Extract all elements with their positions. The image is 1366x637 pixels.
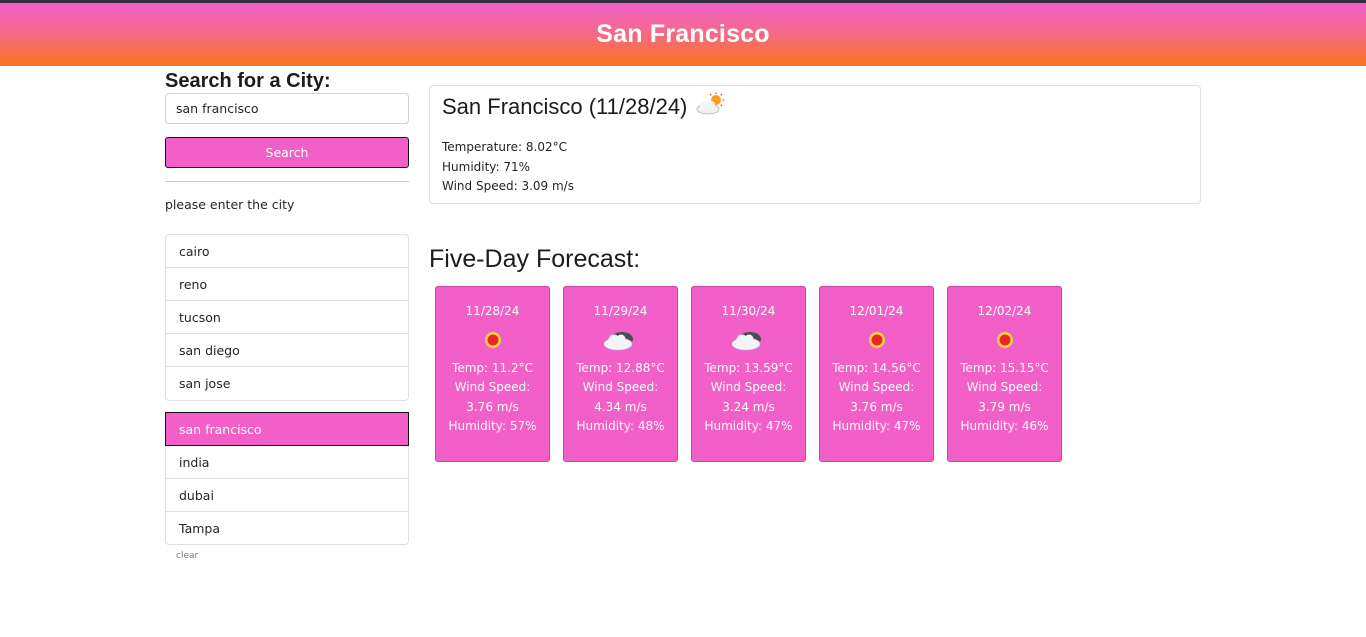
forecast-temp: Temp: 15.15°C — [960, 361, 1049, 375]
history-item-san-diego[interactable]: san diego — [166, 334, 408, 367]
history-item-san-francisco[interactable]: san francisco — [165, 412, 409, 446]
forecast-heading: Five-Day Forecast: — [429, 245, 641, 273]
history-list: san francisco india dubai Tampa — [165, 412, 409, 545]
forecast-wind: 3.24 m/s — [722, 399, 775, 414]
current-weather-title: San Francisco (11/28/24) — [442, 92, 1188, 122]
history-item-cairo[interactable]: cairo — [166, 235, 408, 268]
cloud-icon — [692, 326, 805, 354]
current-temperature: Temperature: 8.02°C — [442, 140, 567, 154]
current-stats: Temperature: 8.02°C Humidity: 71% Wind S… — [442, 138, 1188, 197]
forecast-temp: Temp: 11.2°C — [452, 361, 533, 375]
hint-text: please enter the city — [165, 197, 295, 212]
forecast-card: 12/01/24 Temp: 14.56°C Wind Speed: 3.76 … — [819, 286, 934, 462]
forecast-humidity: Humidity: 57% — [448, 418, 537, 433]
sun-behind-cloud-icon — [695, 92, 727, 122]
history-item-dubai[interactable]: dubai — [165, 479, 409, 512]
forecast-temp: Temp: 12.88°C — [576, 361, 665, 375]
history-item-reno[interactable]: reno — [166, 268, 408, 301]
app-header: San Francisco — [0, 3, 1366, 66]
sun-icon — [948, 326, 1061, 354]
search-heading: Search for a City: — [165, 70, 331, 92]
forecast-wind: 3.76 m/s — [466, 399, 519, 414]
page-title: San Francisco — [596, 20, 770, 48]
forecast-temp: Temp: 14.56°C — [832, 361, 921, 375]
search-input[interactable] — [165, 93, 409, 124]
forecast-card: 11/28/24 Temp: 11.2°C Wind Speed: 3.76 m… — [435, 286, 550, 462]
forecast-humidity: Humidity: 46% — [960, 418, 1049, 433]
clear-history-link[interactable]: clear — [176, 551, 198, 561]
forecast-wind-label: Wind Speed: — [710, 380, 787, 395]
forecast-date: 11/29/24 — [593, 304, 648, 318]
forecast-wind-label: Wind Speed: — [966, 380, 1043, 395]
forecast-card: 11/29/24 Temp: 12.88°C Wind Speed: 4.34 … — [563, 286, 678, 462]
current-wind-speed: Wind Speed: 3.09 m/s — [442, 179, 574, 193]
history-list: cairo reno tucson san diego san jose — [165, 234, 409, 401]
forecast-humidity: Humidity: 48% — [576, 418, 665, 433]
current-weather-card: San Francisco (11/28/24) Temperature: 8.… — [429, 85, 1201, 204]
sun-icon — [436, 326, 549, 354]
history-item-tampa[interactable]: Tampa — [165, 512, 409, 545]
forecast-temp: Temp: 13.59°C — [704, 361, 793, 375]
forecast-humidity: Humidity: 47% — [832, 418, 921, 433]
forecast-date: 11/30/24 — [721, 304, 776, 318]
forecast-wind-label: Wind Speed: — [454, 380, 531, 395]
forecast-card: 11/30/24 Temp: 13.59°C Wind Speed: 3.24 … — [691, 286, 806, 462]
history-item-tucson[interactable]: tucson — [166, 301, 408, 334]
forecast-humidity: Humidity: 47% — [704, 418, 793, 433]
forecast-wind: 4.34 m/s — [594, 399, 647, 414]
divider — [165, 181, 409, 182]
search-sidebar: Search for a City: Search please enter t… — [165, 70, 409, 213]
sun-icon — [820, 326, 933, 354]
forecast-wind-label: Wind Speed: — [582, 380, 659, 395]
current-title-text: San Francisco (11/28/24) — [442, 94, 688, 119]
cloud-icon — [564, 326, 677, 354]
forecast-card: 12/02/24 Temp: 15.15°C Wind Speed: 3.79 … — [947, 286, 1062, 462]
history-item-san-jose[interactable]: san jose — [166, 367, 408, 400]
forecast-date: 12/01/24 — [849, 304, 904, 318]
forecast-date: 11/28/24 — [465, 304, 520, 318]
forecast-wind: 3.79 m/s — [978, 399, 1031, 414]
forecast-wind-label: Wind Speed: — [838, 380, 915, 395]
forecast-date: 12/02/24 — [977, 304, 1032, 318]
forecast-wind: 3.76 m/s — [850, 399, 903, 414]
current-humidity: Humidity: 71% — [442, 159, 531, 174]
search-button[interactable]: Search — [165, 137, 409, 168]
history-item-india[interactable]: india — [165, 446, 409, 479]
